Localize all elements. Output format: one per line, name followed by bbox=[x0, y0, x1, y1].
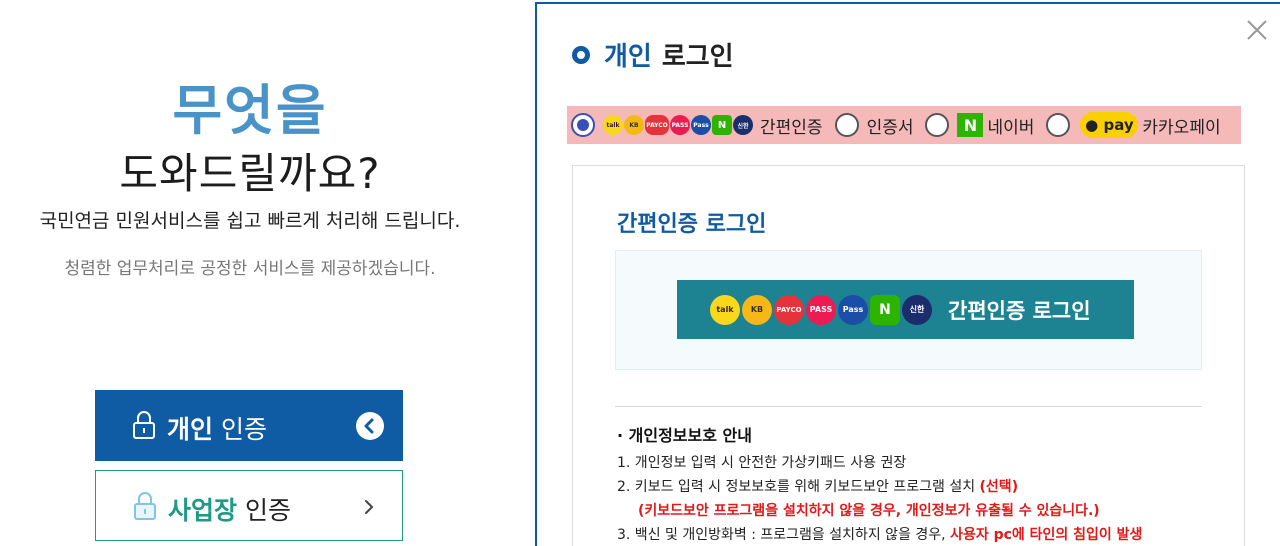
kb-icon: KB bbox=[624, 115, 644, 135]
radio-simple-auth[interactable] bbox=[571, 113, 595, 137]
business-auth-label: 사업장 인증 bbox=[168, 496, 291, 525]
shinhan-icon: 신한 bbox=[733, 115, 753, 135]
close-icon[interactable] bbox=[1245, 18, 1269, 42]
method-label-certificate: 인증서 bbox=[866, 117, 914, 138]
hero-title-line1: 무엇을 bbox=[172, 79, 328, 142]
hero-title-line2: 도와드릴까요? bbox=[119, 149, 381, 198]
privacy-line-2: 2. 키보드 입력 시 정보보호를 위해 키보드보안 프로그램 설치 (선택) bbox=[617, 479, 1019, 495]
title-bullet-icon bbox=[572, 45, 590, 64]
naver-icon: N bbox=[870, 294, 900, 325]
kakao-talk-icon: talk bbox=[603, 115, 623, 135]
simple-auth-button-label: 간편인증 로그인 bbox=[948, 298, 1091, 323]
simple-auth-login-button[interactable]: talk KB PAYCO PASS Pass N 신한 간편인증 로그인 bbox=[677, 280, 1134, 339]
pass-icon: PASS bbox=[670, 115, 690, 135]
simple-auth-provider-icons: talk KB PAYCO PASS Pass N 신한 bbox=[603, 115, 754, 135]
left-panel: 무엇을 도와드릴까요? 국민연금 민원서비스를 쉽고 빠르게 처리해 드립니다.… bbox=[0, 0, 500, 546]
privacy-heading: · 개인정보보호 안내 bbox=[617, 426, 752, 445]
radio-certificate[interactable] bbox=[834, 113, 859, 137]
hero-subtitle: 국민연금 민원서비스를 쉽고 빠르게 처리해 드립니다. bbox=[39, 210, 461, 232]
privacy-line-2-warning: (키보드보안 프로그램을 설치하지 않을 경우, 개인정보가 유출될 수 있습니… bbox=[638, 503, 1100, 519]
kb-icon: KB bbox=[742, 294, 772, 325]
divider bbox=[615, 406, 1202, 407]
naver-icon: N bbox=[712, 115, 732, 135]
samsung-pass-icon: Pass bbox=[838, 294, 868, 325]
method-label-kakaopay: 카카오페이 bbox=[1142, 117, 1221, 138]
kakao-talk-icon: talk bbox=[710, 294, 740, 325]
login-method-selector: talk KB PAYCO PASS Pass N 신한 간편인증 인증서 N … bbox=[567, 106, 1241, 144]
provider-icons: talk KB PAYCO PASS Pass N 신한 bbox=[710, 294, 934, 325]
method-label-simple: 간편인증 bbox=[760, 117, 823, 138]
payco-icon: PAYCO bbox=[774, 294, 804, 325]
kakaopay-logo-icon: ● pay bbox=[1080, 112, 1139, 138]
naver-logo-icon: N bbox=[957, 113, 984, 137]
shinhan-icon: 신한 bbox=[902, 294, 932, 325]
payco-icon: PAYCO bbox=[645, 115, 669, 135]
personal-auth-label: 개인 인증 bbox=[167, 415, 267, 444]
modal-title: 개인 로그인 bbox=[572, 36, 734, 73]
chevron-right-icon bbox=[365, 500, 373, 514]
samsung-pass-icon: Pass bbox=[691, 115, 711, 135]
lock-icon bbox=[133, 411, 155, 439]
business-auth-button[interactable]: 사업장 인증 bbox=[95, 470, 403, 541]
privacy-line-1: 1. 개인정보 입력 시 안전한 가상키패드 사용 권장 bbox=[617, 455, 907, 471]
privacy-line-3: 3. 백신 및 개인방화벽 : 프로그램을 설치하지 않을 경우, 사용자 pc… bbox=[617, 527, 1143, 543]
radio-kakaopay[interactable] bbox=[1046, 113, 1071, 137]
method-label-naver: 네이버 bbox=[987, 117, 1035, 138]
pass-icon: PASS bbox=[806, 294, 836, 325]
lock-icon bbox=[134, 492, 156, 520]
radio-naver[interactable] bbox=[925, 113, 950, 137]
personal-auth-button[interactable]: 개인 인증 bbox=[95, 390, 403, 461]
hero-tagline: 청렴한 업무처리로 공정한 서비스를 제공하겠습니다. bbox=[64, 259, 436, 279]
chevron-left-circle-icon bbox=[356, 412, 384, 440]
simple-auth-title: 간편인증 로그인 bbox=[617, 212, 767, 237]
